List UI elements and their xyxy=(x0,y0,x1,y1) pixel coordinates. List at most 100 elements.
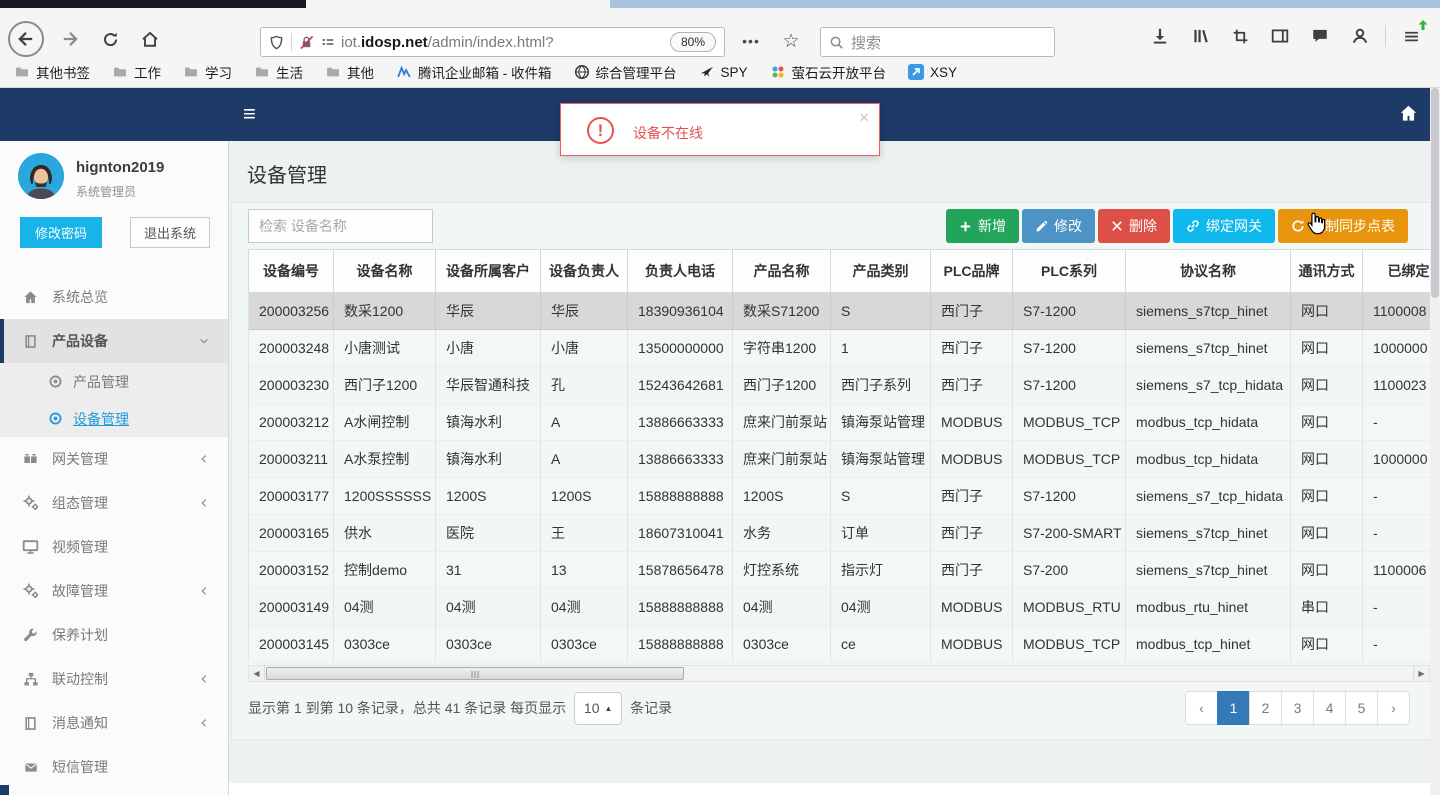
page-size-select[interactable]: 10 ▲ xyxy=(574,691,623,725)
url-bar[interactable]: iot.idosp.net/admin/index.html? 80% xyxy=(260,27,725,57)
pagination-page-4[interactable]: 4 xyxy=(1313,691,1346,725)
table-header-cell[interactable]: 设备负责人 xyxy=(540,249,628,293)
url-text[interactable]: iot.idosp.net/admin/index.html? xyxy=(341,34,554,51)
sidebar-item-视频管理[interactable]: 视频管理 xyxy=(0,525,228,569)
pagination-page-2[interactable]: 2 xyxy=(1249,691,1282,725)
download-button[interactable] xyxy=(1145,21,1175,51)
table-row[interactable]: 200003145 0303ce 0303ce 0303ce 15888888888 03… xyxy=(248,625,1430,663)
table-row[interactable]: 200003248 小唐测试 小唐 小唐 13500000000 字符串1200 1 西门子 S… xyxy=(248,329,1430,367)
wrench-icon xyxy=(22,628,39,643)
pagination-page-5[interactable]: 5 xyxy=(1345,691,1378,725)
table-row[interactable]: 200003212 A水闸控制 镇海水利 A 13886663333 庶来门前泵站 镇海泵站… xyxy=(248,403,1430,441)
account-button[interactable] xyxy=(1345,21,1375,51)
pagination-page-3[interactable]: 3 xyxy=(1281,691,1314,725)
messages-button[interactable] xyxy=(1305,21,1335,51)
sidebar-item-系统总览[interactable]: 系统总览 xyxy=(0,275,228,319)
navbar-home-icon[interactable] xyxy=(1399,104,1418,123)
sidebar-collapse-icon[interactable]: ≡ xyxy=(243,101,256,127)
sidebar-subitem-产品管理[interactable]: 产品管理 xyxy=(0,363,228,400)
pagination-prev[interactable]: ‹ xyxy=(1185,691,1218,725)
page-scrollbar[interactable] xyxy=(1430,88,1440,795)
summary-suffix: 条记录 xyxy=(630,700,673,716)
menu-button[interactable] xyxy=(1396,20,1428,51)
table-header-cell[interactable]: 已绑定网关 xyxy=(1362,249,1430,293)
table-header-cell[interactable]: 设备名称 xyxy=(333,249,436,293)
toolbar-button-强制同步点表[interactable]: 强制同步点表 xyxy=(1278,209,1408,243)
page-actions-icon[interactable]: ••• xyxy=(737,27,765,57)
sidebar-subitem-设备管理[interactable]: 设备管理 xyxy=(0,400,228,437)
table-horizontal-scrollbar[interactable]: ◀ ▶ xyxy=(248,665,1430,682)
scroll-right-arrow[interactable]: ▶ xyxy=(1413,666,1429,681)
bookmark-item[interactable]: 其他 xyxy=(325,62,374,82)
zoom-badge[interactable]: 80% xyxy=(669,32,716,52)
bookmark-item[interactable]: 萤石云开放平台 xyxy=(770,62,887,82)
summary-text: 显示第 1 到第 10 条记录，总共 41 条记录 每页显示 xyxy=(248,700,567,716)
scroll-left-arrow[interactable]: ◀ xyxy=(249,666,265,681)
bookmark-label: 萤石云开放平台 xyxy=(791,66,887,81)
pagination-next[interactable]: › xyxy=(1377,691,1410,725)
sidebar-item-组态管理[interactable]: 组态管理 xyxy=(0,481,228,525)
toolbar-button-修改[interactable]: 修改 xyxy=(1022,209,1095,243)
sidebar-item-产品设备[interactable]: 产品设备 xyxy=(0,319,228,363)
forward-button[interactable] xyxy=(52,21,88,57)
table-header-cell[interactable]: PLC系列 xyxy=(1012,249,1126,293)
table-header-cell[interactable]: 通讯方式 xyxy=(1290,249,1363,293)
logout-button[interactable]: 退出系统 xyxy=(130,217,210,248)
table-row[interactable]: 200003149 04测 04测 04测 15888888888 04测 04测 MODBU… xyxy=(248,588,1430,626)
table-header-cell[interactable]: 协议名称 xyxy=(1125,249,1291,293)
table-row[interactable]: 200003211 A水泵控制 镇海水利 A 13886663333 庶来门前泵站 镇海泵站… xyxy=(248,440,1430,478)
table-cell: 04测 xyxy=(540,588,628,626)
sidebar-item-消息通知[interactable]: 消息通知 xyxy=(0,701,228,745)
back-button[interactable] xyxy=(8,21,44,57)
alert-close-icon[interactable]: × xyxy=(859,108,869,128)
sidebar-toggle-button[interactable] xyxy=(1265,21,1295,51)
insecure-lock-icon[interactable] xyxy=(299,35,314,50)
home-button[interactable] xyxy=(132,21,168,57)
table-header-cell[interactable]: 产品名称 xyxy=(732,249,831,293)
active-tab[interactable] xyxy=(306,0,610,8)
table-row[interactable]: 200003152 控制demo 31 13 15878656478 灯控系统 指示灯 西门子… xyxy=(248,551,1430,589)
table-row[interactable]: 200003177 1200SSSSSS 1200S 1200S 15888888888… xyxy=(248,477,1430,515)
pagination-page-1[interactable]: 1 xyxy=(1217,691,1250,725)
forward-icon xyxy=(61,30,79,48)
device-search-input[interactable] xyxy=(248,209,433,243)
browser-search-bar[interactable]: 搜索 xyxy=(820,27,1055,57)
table-header-cell[interactable]: 产品类别 xyxy=(830,249,931,293)
bookmark-item[interactable]: 工作 xyxy=(112,62,161,82)
toolbar-button-绑定网关[interactable]: 绑定网关 xyxy=(1173,209,1275,243)
sidebar-item-短信管理[interactable]: 短信管理 xyxy=(0,745,228,789)
sidebar-item-联动控制[interactable]: 联动控制 xyxy=(0,657,228,701)
sidebar-item-保养计划[interactable]: 保养计划 xyxy=(0,613,228,657)
scrollbar-thumb[interactable] xyxy=(266,667,684,680)
table-cell: 灯控系统 xyxy=(732,551,831,589)
bookmark-item[interactable]: 学习 xyxy=(183,62,232,82)
toolbar-button-新增[interactable]: 新增 xyxy=(946,209,1019,243)
table-header-cell[interactable]: 设备编号 xyxy=(248,249,334,293)
table-row[interactable]: 200003165 供水 医院王 18607310041 水务 订单 西门子 S7-200-S… xyxy=(248,514,1430,552)
sidebar-item-故障管理[interactable]: 故障管理 xyxy=(0,569,228,613)
sidebar-item-网关管理[interactable]: 网关管理 xyxy=(0,437,228,481)
screenshot-button[interactable] xyxy=(1225,21,1255,51)
shield-icon[interactable] xyxy=(269,35,284,50)
table-row[interactable]: 200003256 数采1200 华辰 华辰 18390936104 数采S71200 S 西… xyxy=(248,292,1430,330)
bookmark-item[interactable]: 综合管理平台 xyxy=(574,62,677,82)
table-header-cell[interactable]: 负责人电话 xyxy=(627,249,733,293)
page-scrollbar-thumb[interactable] xyxy=(1431,88,1439,298)
bookmark-item[interactable]: XSY xyxy=(908,64,957,80)
table-cell: S7-200-SMART xyxy=(1012,514,1126,552)
reload-button[interactable] xyxy=(92,21,128,57)
bookmark-star-icon[interactable]: ☆ xyxy=(775,27,807,57)
table-cell: - xyxy=(1362,514,1430,552)
table-header-cell[interactable]: PLC品牌 xyxy=(930,249,1013,293)
permissions-icon[interactable] xyxy=(321,35,335,49)
bookmark-item[interactable]: 其他书签 xyxy=(14,62,90,82)
bookmark-item[interactable]: 生活 xyxy=(254,62,303,82)
library-button[interactable] xyxy=(1185,21,1215,51)
bookmark-item[interactable]: 腾讯企业邮箱 - 收件箱 xyxy=(396,62,552,82)
change-password-button[interactable]: 修改密码 xyxy=(20,217,102,248)
toolbar-button-删除[interactable]: 删除 xyxy=(1098,209,1170,243)
table-header-cell[interactable]: 设备所属客户 xyxy=(435,249,541,293)
bookmark-item[interactable]: SPY xyxy=(699,65,748,80)
table-row[interactable]: 200003230 西门子1200 华辰智通科技孔 15243642681 西门子120… xyxy=(248,366,1430,404)
table-cell: MODBUS xyxy=(930,403,1013,441)
